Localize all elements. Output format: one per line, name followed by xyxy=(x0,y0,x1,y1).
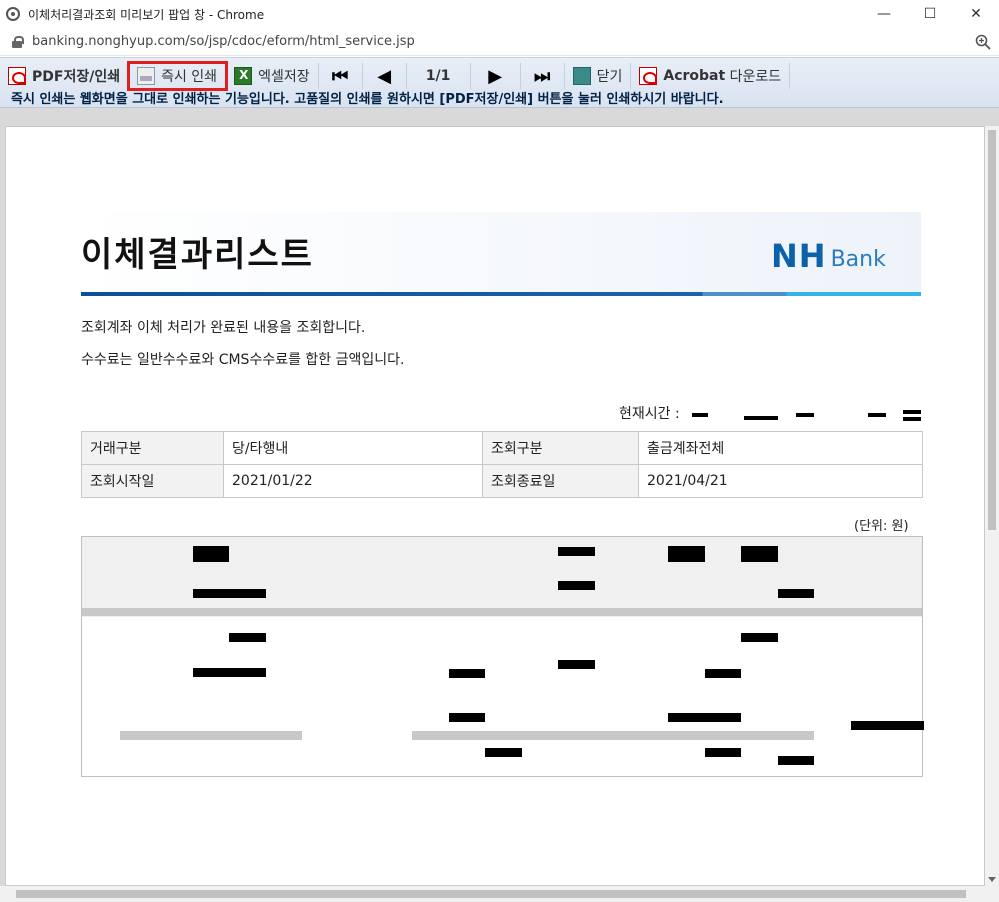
redacted-cell xyxy=(778,589,814,598)
document-viewer: 이체결과리스트 NH Bank 조회계좌 이체 처리가 완료된 내용을 조회합니… xyxy=(0,108,999,902)
scrollbar-thumb[interactable] xyxy=(16,890,966,898)
pdf-icon xyxy=(8,67,26,85)
type-value: 당/타행내 xyxy=(223,431,483,465)
page-indicator: 1/1 xyxy=(407,63,471,89)
redacted-cell xyxy=(558,660,595,669)
current-time-label: 현재시간 : xyxy=(619,406,680,422)
redacted-cell xyxy=(851,721,924,730)
start-date-value: 2021/01/22 xyxy=(223,464,483,498)
description-line-1: 조회계좌 이체 처리가 완료된 내용을 조회합니다. xyxy=(81,320,366,336)
redacted-cell xyxy=(120,731,302,740)
redacted-cell xyxy=(705,748,741,757)
page-indicator-text: 1/1 xyxy=(425,68,451,84)
query-label: 조회구분 xyxy=(482,431,639,465)
exit-icon xyxy=(572,67,591,85)
close-button[interactable]: 닫기 xyxy=(565,63,632,89)
acrobat-download-button[interactable]: Acrobat 다운로드 xyxy=(631,63,791,89)
grid-separator xyxy=(82,608,922,616)
vertical-scrollbar[interactable] xyxy=(985,126,999,886)
redacted-cell xyxy=(741,633,778,642)
acrobat-label-bold: Acrobat xyxy=(663,68,726,84)
prev-page-button[interactable]: ◀ xyxy=(363,63,407,89)
horizontal-scrollbar[interactable] xyxy=(0,886,999,902)
unit-label: (단위: 원) xyxy=(854,519,909,534)
redacted-cell xyxy=(668,546,705,562)
redaction-bar xyxy=(692,413,708,417)
report-title: 이체결과리스트 xyxy=(81,235,314,275)
end-date-label: 조회종료일 xyxy=(482,464,639,498)
redaction-bar xyxy=(903,410,921,414)
window-title: 이체처리결과조회 미리보기 팝업 창 - Chrome xyxy=(28,7,265,22)
url-text[interactable]: banking.nonghyup.com/so/jsp/cdoc/eform/h… xyxy=(32,34,415,49)
instant-print-button[interactable]: 즉시 인쇄 xyxy=(127,61,229,91)
excel-icon xyxy=(234,67,253,85)
close-label: 닫기 xyxy=(596,69,623,85)
table-row: 거래구분 당/타행내 조회구분 출금계좌전체 xyxy=(81,431,923,465)
query-value: 출금계좌전체 xyxy=(638,431,923,465)
description-line-2: 수수료는 일반수수료와 CMS수수료를 합한 금액입니다. xyxy=(81,352,405,368)
excel-save-button[interactable]: 엑셀저장 xyxy=(226,63,319,89)
window-title-bar: 이체처리결과조회 미리보기 팝업 창 - Chrome — ☐ ✕ xyxy=(0,0,999,28)
redaction-bar xyxy=(903,417,921,421)
start-date-label: 조회시작일 xyxy=(81,464,224,498)
last-page-button[interactable]: ⏭ xyxy=(521,63,565,89)
end-date-value: 2021/04/21 xyxy=(638,464,923,498)
instant-print-label: 즉시 인쇄 xyxy=(161,69,218,85)
query-info-table: 거래구분 당/타행내 조회구분 출금계좌전체 조회시작일 2021/01/22 … xyxy=(81,431,923,498)
redaction-bar xyxy=(868,413,886,417)
window-controls: — ☐ ✕ xyxy=(861,0,999,28)
maximize-icon: ☐ xyxy=(923,6,937,22)
table-row: 조회시작일 2021/01/22 조회종료일 2021/04/21 xyxy=(81,464,923,498)
scroll-down-icon[interactable] xyxy=(988,877,996,882)
header-divider xyxy=(81,292,921,296)
redacted-cell xyxy=(193,668,266,677)
globe-icon xyxy=(6,7,20,21)
first-page-button[interactable]: ⏮ xyxy=(319,63,363,89)
redacted-cell xyxy=(193,546,229,562)
redaction-bar xyxy=(744,416,778,420)
pdf-save-label: PDF저장/인쇄 xyxy=(32,69,121,85)
report-page: 이체결과리스트 NH Bank 조회계좌 이체 처리가 완료된 내용을 조회합니… xyxy=(5,126,985,886)
scrollbar-thumb[interactable] xyxy=(988,130,996,530)
viewer-toolbar: PDF저장/인쇄 즉시 인쇄 엑셀저장 ⏮ ◀ 1/1 ▶ ⏭ 닫기 xyxy=(0,57,999,108)
result-grid xyxy=(81,536,924,777)
type-label: 거래구분 xyxy=(81,431,224,465)
print-notice: 즉시 인쇄는 웹화면을 그대로 인쇄하는 기능입니다. 고품질의 인쇄를 원하시… xyxy=(11,92,724,107)
minimize-button[interactable]: — xyxy=(861,0,907,28)
redacted-cell xyxy=(229,633,266,642)
redacted-cell xyxy=(558,581,595,590)
zoom-icon[interactable] xyxy=(975,34,991,50)
prev-page-icon: ◀ xyxy=(377,65,392,87)
redacted-cell xyxy=(558,547,595,556)
pdf-save-button[interactable]: PDF저장/인쇄 xyxy=(0,63,130,89)
close-window-button[interactable]: ✕ xyxy=(953,0,999,28)
redacted-cell xyxy=(705,669,741,678)
redacted-cell xyxy=(741,546,778,562)
acrobat-icon xyxy=(639,67,658,85)
redacted-cell xyxy=(449,713,485,722)
redacted-cell xyxy=(485,748,522,757)
excel-save-label: 엑셀저장 xyxy=(258,69,310,85)
redacted-cell xyxy=(193,589,266,598)
redacted-cell xyxy=(668,713,741,722)
printer-icon xyxy=(137,67,156,85)
acrobat-label-rest: 다운로드 xyxy=(725,69,782,85)
redaction-bar xyxy=(796,413,814,417)
last-page-icon: ⏭ xyxy=(534,65,551,87)
redacted-cell xyxy=(412,731,814,740)
logo-nh: NH xyxy=(771,237,827,275)
next-page-button[interactable]: ▶ xyxy=(471,63,521,89)
logo-bank: Bank xyxy=(830,247,886,272)
first-page-icon: ⏮ xyxy=(332,65,349,87)
redacted-cell xyxy=(449,669,485,678)
next-page-icon: ▶ xyxy=(488,65,503,87)
redacted-cell xyxy=(778,756,814,765)
lock-icon xyxy=(12,35,24,48)
nh-bank-logo: NH Bank xyxy=(771,237,886,275)
minimize-icon: — xyxy=(877,6,891,22)
maximize-button[interactable]: ☐ xyxy=(907,0,953,28)
address-bar: banking.nonghyup.com/so/jsp/cdoc/eform/h… xyxy=(0,28,999,56)
close-icon: ✕ xyxy=(970,6,982,22)
